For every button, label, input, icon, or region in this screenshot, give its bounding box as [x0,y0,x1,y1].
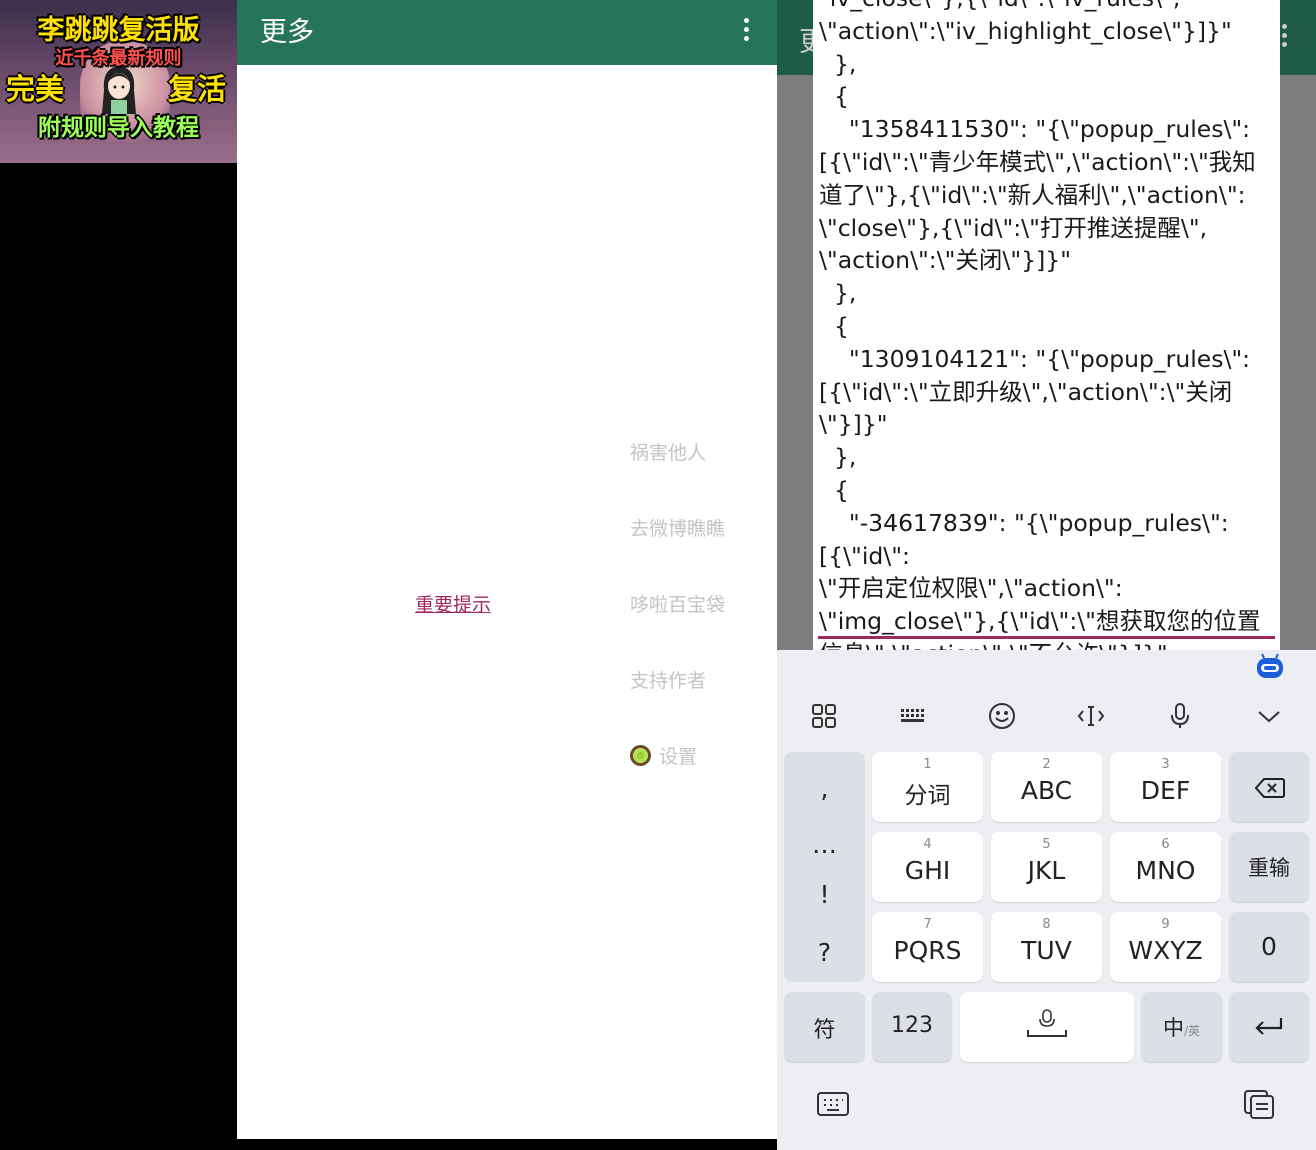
key-label: PQRS [893,936,962,965]
symbol-exclamation[interactable]: ! [784,880,865,909]
key-4[interactable]: 4 GHI [872,832,983,902]
enter-icon [1255,1018,1283,1035]
key-0[interactable]: 0 [1229,912,1309,982]
editor-underline [818,636,1275,639]
symbols-key[interactable]: 符 [784,992,865,1062]
key-label: 重输 [1248,856,1290,880]
lang-sub-label: /英 [1183,1024,1201,1038]
key-number: 2 [1042,757,1051,772]
menu-item-support-author[interactable]: 支持作者 [630,666,706,693]
key-label: 分词 [904,783,951,809]
key-9[interactable]: 9 WXYZ [1110,912,1221,982]
ime-keyboard: , … ! ? 1 分词 2 ABC 3 DEF 4 GHI 5 JKL 6 M… [777,650,1316,1150]
key-7[interactable]: 7 PQRS [872,912,983,982]
video-thumbnail[interactable]: 李跳跳复活版 近千条最新规则 完美 复活 附规则导入教程 [0,0,237,163]
symbol-column[interactable]: , … ! ? [784,752,865,982]
key-number: 8 [1042,917,1051,932]
enter-key[interactable] [1229,992,1309,1062]
key-label: 0 [1261,932,1277,961]
key-8[interactable]: 8 TUV [991,912,1102,982]
thumbnail-title: 李跳跳复活版 [37,15,200,46]
thumbnail-text-right: 复活 [168,72,227,106]
thumbnail-text-left: 完美 [6,72,65,106]
thumbnail-caption: 附规则导入教程 [38,115,199,141]
more-vert-icon[interactable] [735,14,757,50]
app-toolbar: 更多 [237,0,777,65]
page-title: 更多 [260,17,314,48]
key-number: 4 [923,837,932,852]
key-5[interactable]: 5 JKL [991,832,1102,902]
key-number: 1 [923,757,932,772]
numbers-key[interactable]: 123 [872,992,952,1062]
emoji-icon[interactable] [986,700,1018,732]
menu-item-weibo[interactable]: 去微博瞧瞧 [630,514,725,541]
symbol-ellipsis[interactable]: … [784,830,865,859]
key-label: GHI [904,856,951,885]
important-notice-link[interactable]: 重要提示 [415,590,491,617]
key-1[interactable]: 1 分词 [872,752,983,822]
reenter-key[interactable]: 重输 [1229,832,1309,902]
background-more-icon [1282,24,1288,51]
rules-input-dialog: "iv_close\"},{\"id\":\"iv_rules\", \"act… [813,0,1280,650]
lang-main-label: 中 [1162,1016,1184,1040]
language-switch-key[interactable]: 中/英 [1141,992,1222,1062]
symbol-question[interactable]: ? [784,938,865,967]
key-6[interactable]: 6 MNO [1110,832,1221,902]
more-screen: 更多 重要提示 祸害他人 去微博瞧瞧 哆啦百宝袋 支持作者 设置 [237,0,777,1139]
kiwi-icon [630,745,651,766]
key-number: 3 [1161,757,1170,772]
key-2[interactable]: 2 ABC [991,752,1102,822]
key-label: 123 [891,1013,933,1038]
symbol-comma[interactable]: , [784,774,865,803]
space-key[interactable] [960,992,1134,1062]
assistant-robot-icon[interactable] [1255,652,1285,682]
menu-item-settings[interactable]: 设置 [630,742,697,769]
backspace-icon [1254,778,1285,798]
microphone-icon[interactable] [1164,700,1196,732]
settings-label: 设置 [659,746,698,768]
clipboard-icon[interactable] [1241,1088,1277,1120]
key-label: WXYZ [1128,936,1203,965]
key-label: ABC [1020,776,1073,805]
apps-grid-icon[interactable] [808,700,840,732]
backspace-key[interactable] [1229,752,1309,822]
key-number: 5 [1042,837,1051,852]
menu-item-doraemon-bag[interactable]: 哆啦百宝袋 [630,590,725,617]
key-number: 7 [923,917,932,932]
key-label: JKL [1027,856,1066,885]
key-label: 符 [813,1018,836,1043]
space-mic-icon [1027,1009,1067,1037]
key-number: 9 [1161,917,1170,932]
key-3[interactable]: 3 DEF [1110,752,1221,822]
key-label: DEF [1140,776,1191,805]
key-label: MNO [1135,856,1196,885]
menu-item-prank[interactable]: 祸害他人 [630,438,706,465]
key-number: 6 [1161,837,1170,852]
cursor-icon[interactable] [1075,700,1107,732]
key-label: TUV [1021,936,1072,965]
keyboard-layout-icon[interactable] [897,700,929,732]
rules-editor-screen: 更 "iv_close\"},{\"id\":\"iv_rules\", \"a… [777,0,1316,1150]
collapse-icon[interactable] [1253,700,1285,732]
keyboard-switch-icon[interactable] [815,1088,851,1120]
rules-text-editor[interactable]: "iv_close\"},{\"id\":\"iv_rules\", \"act… [819,0,1277,650]
